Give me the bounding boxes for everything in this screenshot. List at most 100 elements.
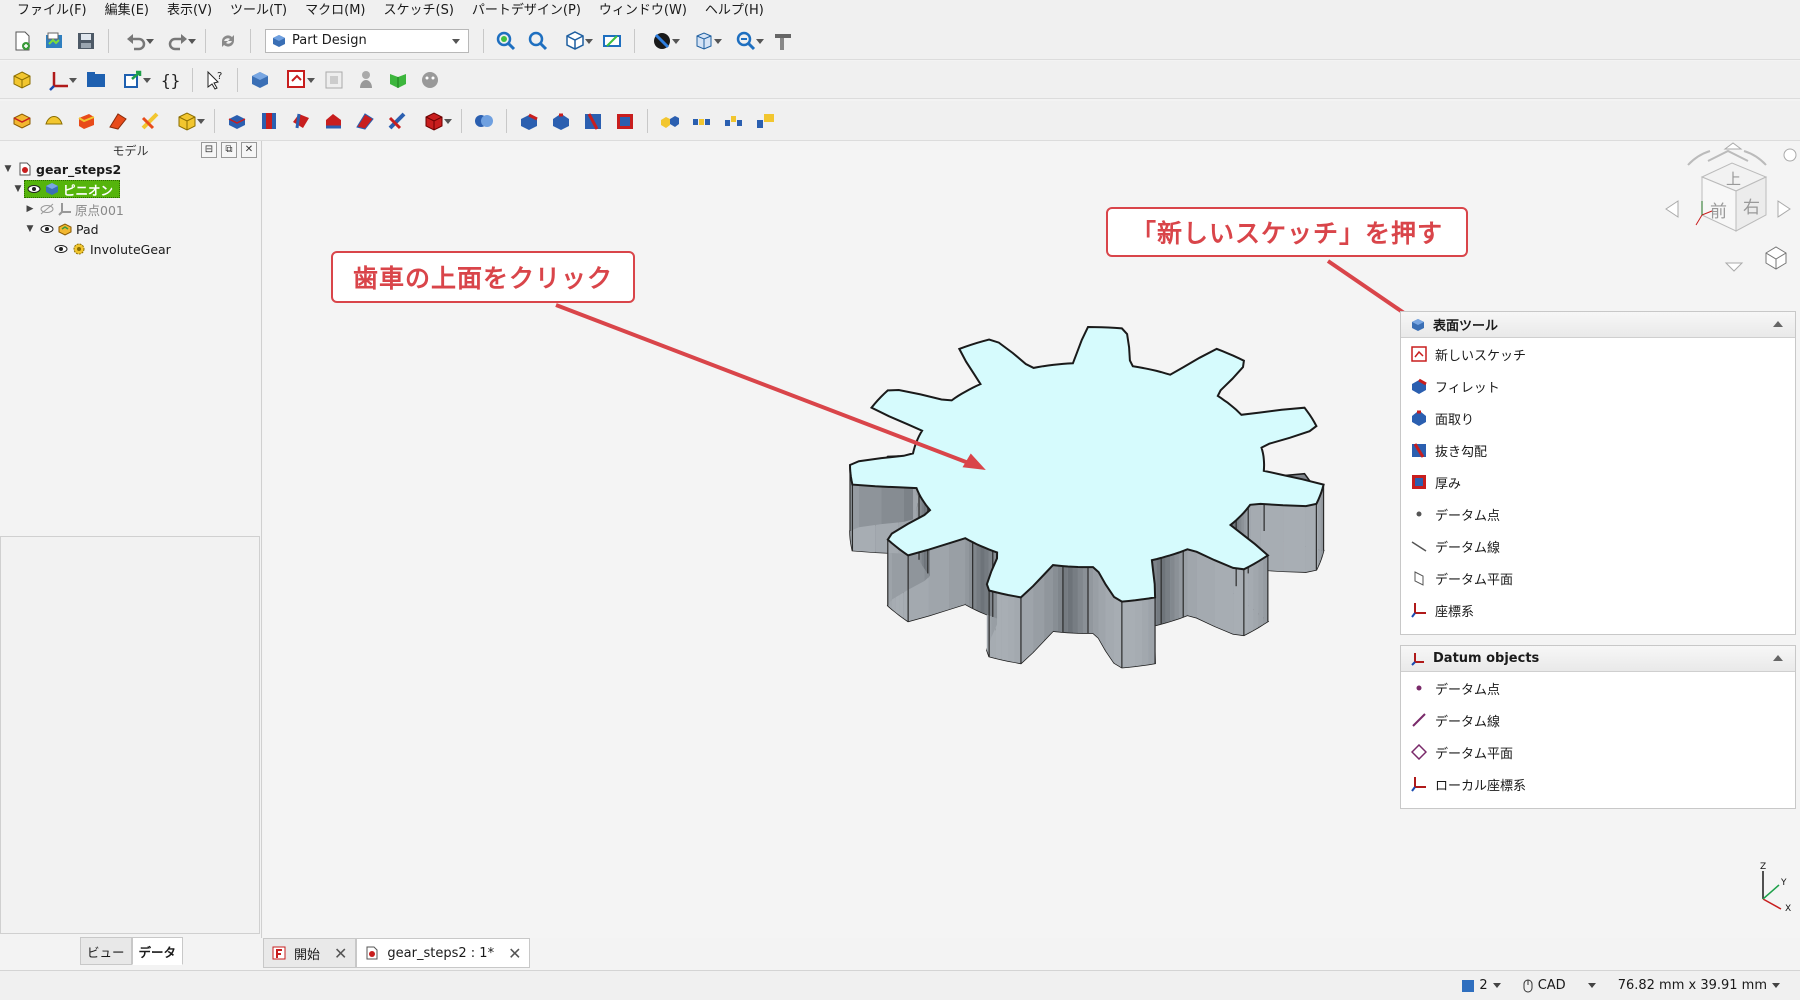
- expand-arrow-icon[interactable]: ▼: [12, 184, 24, 194]
- create-group-icon[interactable]: [82, 66, 110, 94]
- task-chamfer[interactable]: 面取り: [1401, 402, 1795, 434]
- menu-macro[interactable]: マクロ(M): [296, 0, 374, 22]
- menu-view[interactable]: 表示(V): [158, 0, 221, 22]
- measure-icon[interactable]: [598, 27, 626, 55]
- layer-selector[interactable]: 2: [1462, 978, 1501, 993]
- navigation-style-selector[interactable]: CAD: [1523, 978, 1566, 993]
- datum-objects-header[interactable]: Datum objects: [1401, 646, 1795, 672]
- groove-icon[interactable]: [287, 107, 315, 135]
- fillet-tb-icon[interactable]: [515, 107, 543, 135]
- tab-data[interactable]: データ: [131, 937, 184, 965]
- create-part-icon[interactable]: [8, 66, 36, 94]
- navigation-cube[interactable]: 上 前 右: [1658, 141, 1798, 281]
- create-sketch-icon[interactable]: [278, 66, 316, 94]
- collapse-icon[interactable]: [1773, 655, 1783, 661]
- subtractive-primitive-icon[interactable]: [415, 107, 453, 135]
- task-fillet[interactable]: フィレット: [1401, 370, 1795, 402]
- tree-item-gear[interactable]: InvoluteGear: [0, 239, 261, 259]
- validate-sketch-icon[interactable]: [320, 66, 348, 94]
- close-icon[interactable]: ✕: [508, 944, 521, 963]
- whats-this-icon[interactable]: ?: [201, 66, 229, 94]
- shape-binder-icon[interactable]: [352, 66, 380, 94]
- menu-edit[interactable]: 編集(E): [96, 0, 158, 22]
- isometric-view-icon[interactable]: [556, 27, 594, 55]
- link-icon[interactable]: [114, 66, 152, 94]
- doc-tab-start[interactable]: 開始 ✕: [263, 938, 357, 968]
- task-datum-point[interactable]: データム点: [1401, 498, 1795, 530]
- menu-tools[interactable]: ツール(T): [221, 0, 296, 22]
- menu-window[interactable]: ウィンドウ(W): [590, 0, 696, 22]
- chevron-down-icon[interactable]: [1772, 983, 1780, 992]
- close-icon[interactable]: ✕: [334, 944, 347, 963]
- thickness-tb-icon[interactable]: [611, 107, 639, 135]
- draft-tb-icon[interactable]: [579, 107, 607, 135]
- save-icon[interactable]: [72, 27, 100, 55]
- linear-pattern-icon[interactable]: [688, 107, 716, 135]
- draw-style-icon[interactable]: [643, 27, 681, 55]
- tree-body-selected[interactable]: ピニオン: [24, 180, 121, 198]
- additive-loft-icon[interactable]: [72, 107, 100, 135]
- eye-hidden-icon[interactable]: [39, 203, 55, 215]
- task-new-sketch[interactable]: 新しいスケッチ: [1401, 338, 1795, 370]
- mirrored-icon[interactable]: [656, 107, 684, 135]
- pad-icon[interactable]: [8, 107, 36, 135]
- tree-item-origin[interactable]: ▶ 原点001: [0, 199, 261, 219]
- tree-item-body[interactable]: ▼ ピニオン: [0, 179, 261, 199]
- menu-help[interactable]: ヘルプ(H): [696, 0, 773, 22]
- chevron-down-icon[interactable]: [1587, 983, 1596, 992]
- pocket-icon[interactable]: [223, 107, 251, 135]
- datum-obj-plane[interactable]: データム平面: [1401, 736, 1795, 768]
- macro-braces-icon[interactable]: {}: [156, 66, 184, 94]
- additive-primitive-icon[interactable]: [168, 107, 206, 135]
- surface-tools-header[interactable]: 表面ツール: [1401, 312, 1795, 338]
- redo-icon[interactable]: [159, 27, 197, 55]
- datum-obj-point[interactable]: データム点: [1401, 672, 1795, 704]
- multi-transform-icon[interactable]: [752, 107, 780, 135]
- collapse-arrow-icon[interactable]: ▶: [24, 204, 36, 214]
- chamfer-tb-icon[interactable]: [547, 107, 575, 135]
- fit-all-icon[interactable]: [492, 27, 520, 55]
- eye-icon[interactable]: [39, 223, 55, 235]
- tree-item-pad[interactable]: ▼ Pad: [0, 219, 261, 239]
- eye-icon[interactable]: [53, 243, 69, 255]
- coordinate-system-icon[interactable]: [40, 66, 78, 94]
- revolution-icon[interactable]: [40, 107, 68, 135]
- datum-obj-line[interactable]: データム線: [1401, 704, 1795, 736]
- refresh-icon[interactable]: [214, 27, 242, 55]
- additive-helix-icon[interactable]: [136, 107, 164, 135]
- bounding-box-icon[interactable]: [685, 27, 723, 55]
- doc-tab-gear[interactable]: gear_steps2 : 1* ✕: [356, 938, 531, 968]
- datum-obj-local-cs[interactable]: ローカル座標系: [1401, 768, 1795, 800]
- eye-icon[interactable]: [27, 183, 41, 195]
- task-thickness[interactable]: 厚み: [1401, 466, 1795, 498]
- collapse-icon[interactable]: [1773, 321, 1783, 327]
- open-document-icon[interactable]: [40, 27, 68, 55]
- zoom-icon[interactable]: [727, 27, 765, 55]
- menu-part-design[interactable]: パートデザイン(P): [463, 0, 590, 22]
- tab-view[interactable]: ビュー: [80, 937, 132, 965]
- new-document-icon[interactable]: [8, 27, 36, 55]
- create-body-icon[interactable]: [246, 66, 274, 94]
- subshape-binder-icon[interactable]: [384, 66, 412, 94]
- task-draft[interactable]: 抜き勾配: [1401, 434, 1795, 466]
- panel-float-icon[interactable]: ⧉: [221, 142, 237, 158]
- hole-icon[interactable]: [255, 107, 283, 135]
- workbench-selector[interactable]: Part Design: [265, 28, 469, 53]
- undo-icon[interactable]: [117, 27, 155, 55]
- subtractive-pipe-icon[interactable]: [351, 107, 379, 135]
- polar-pattern-icon[interactable]: [720, 107, 748, 135]
- expand-arrow-icon[interactable]: ▼: [2, 164, 14, 174]
- panel-collapse-icon[interactable]: ⊟: [201, 142, 217, 158]
- menu-file[interactable]: ファイル(F): [8, 0, 96, 22]
- task-datum-line[interactable]: データム線: [1401, 530, 1795, 562]
- task-coordinate-system[interactable]: 座標系: [1401, 594, 1795, 626]
- tree-item-document[interactable]: ▼ gear_steps2: [0, 159, 261, 179]
- measure-caliper-icon[interactable]: [769, 27, 797, 55]
- fit-selection-icon[interactable]: [524, 27, 552, 55]
- clone-icon[interactable]: [416, 66, 444, 94]
- task-datum-plane[interactable]: データム平面: [1401, 562, 1795, 594]
- subtractive-loft-icon[interactable]: [319, 107, 347, 135]
- panel-close-icon[interactable]: ✕: [241, 142, 257, 158]
- menu-sketch[interactable]: スケッチ(S): [375, 0, 463, 22]
- expand-arrow-icon[interactable]: ▼: [24, 224, 36, 234]
